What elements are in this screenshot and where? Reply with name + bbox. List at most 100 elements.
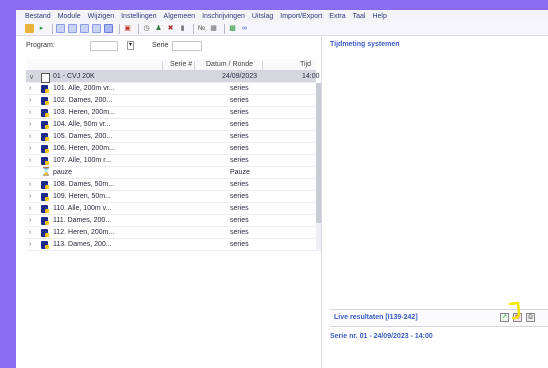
toolbar-separator (119, 23, 120, 34)
race-icon (41, 109, 49, 117)
table-row[interactable]: › 108. Dames, 50m... series (26, 179, 316, 191)
menu-instellingen[interactable]: Instellingen (121, 13, 156, 20)
chevron-down-icon[interactable]: ∨ (29, 73, 34, 81)
menu-uitslag[interactable]: Uitslag (252, 13, 273, 20)
lock-icon[interactable]: ▦ (209, 24, 218, 33)
race-name: 102. Dames, 200... (53, 97, 113, 104)
chevron-right-icon[interactable]: › (29, 85, 31, 92)
group-label: 01 - CVJ 20K (53, 73, 95, 80)
chevron-right-icon[interactable]: › (29, 157, 31, 164)
menu-taal[interactable]: Taal (353, 13, 366, 20)
grid-header: Serie # Datum / Ronde Tijd (26, 59, 316, 73)
menu-import-export[interactable]: Import/Export (280, 13, 322, 20)
chevron-right-icon[interactable]: › (29, 193, 31, 200)
table-row[interactable]: ⌛ pauze Pauze (26, 167, 316, 179)
people-icon[interactable]: ♟ (154, 24, 163, 33)
table-row[interactable]: › 105. Dames, 200... series (26, 131, 316, 143)
race-type: series (230, 97, 249, 104)
program-input[interactable] (90, 40, 118, 51)
race-icon (41, 241, 49, 249)
race-icon (41, 181, 49, 189)
race-type: series (230, 193, 249, 200)
race-name: 113. Dames, 200... (53, 241, 112, 248)
number-icon[interactable]: № (197, 24, 206, 33)
clock-icon[interactable]: ◷ (142, 24, 151, 33)
group-date: 24/09/2023 (222, 73, 258, 80)
chevron-right-icon[interactable]: › (29, 97, 31, 104)
table-row[interactable]: › 112. Heren, 200m... series (26, 227, 316, 239)
menu-bestand[interactable]: Bestand (25, 13, 51, 20)
toolbar-separator (193, 23, 194, 34)
program-dropdown-icon[interactable]: ▾ (127, 41, 134, 50)
grid-icon[interactable] (104, 24, 113, 33)
program-group-row[interactable]: ∨ 01 - CVJ 20K 24/09/2023 14:00 (26, 71, 320, 83)
doc-icon[interactable]: ▩ (228, 24, 237, 33)
race-type: series (230, 229, 249, 236)
menu-extra[interactable]: Extra (329, 13, 345, 20)
race-type: series (230, 133, 249, 140)
chevron-right-icon[interactable]: › (29, 217, 31, 224)
live-results-bar: Live resultaten [I139-242] ↗ ◉ ⎙ (330, 301, 548, 327)
column-tijd[interactable]: Tijd (300, 61, 311, 68)
grid-icon[interactable] (68, 24, 77, 33)
table-row[interactable]: › 113. Dames, 200... series (26, 239, 316, 251)
gift-icon[interactable]: ▣ (123, 24, 132, 33)
arrow-icon[interactable]: ▸ (37, 24, 46, 33)
toolbar-separator (138, 23, 139, 34)
link-icon[interactable]: ∞ (240, 24, 249, 33)
toolbar-separator (224, 23, 225, 34)
table-row[interactable]: › 111. Dames, 200... series (26, 215, 316, 227)
table-row[interactable]: › 106. Heren, 200m... series (26, 143, 316, 155)
race-type: series (230, 121, 249, 128)
race-icon (41, 157, 49, 165)
race-type: Pauze (230, 169, 250, 176)
serie-input[interactable] (172, 40, 202, 51)
menu-module[interactable]: Module (58, 13, 81, 20)
race-name: 105. Dames, 200... (53, 133, 113, 140)
race-name: pauze (53, 169, 73, 176)
column-datum-ronde[interactable]: Datum / Ronde (206, 61, 253, 68)
chart-icon[interactable]: ▮ (178, 24, 187, 33)
chevron-right-icon[interactable]: › (29, 121, 31, 128)
tools-icon[interactable]: ✖ (166, 24, 175, 33)
chevron-right-icon[interactable]: › (29, 145, 31, 152)
program-icon (41, 73, 50, 83)
chevron-right-icon[interactable]: › (29, 229, 31, 236)
folder-icon[interactable] (25, 24, 34, 33)
race-type: series (230, 109, 249, 116)
menu-help[interactable]: Help (372, 13, 386, 20)
race-type: series (230, 85, 249, 92)
race-icon (41, 133, 49, 141)
race-type: series (230, 181, 249, 188)
grid-icon[interactable] (80, 24, 89, 33)
chevron-right-icon[interactable]: › (29, 181, 31, 188)
column-serie[interactable]: Serie # (170, 61, 192, 68)
table-row[interactable]: › 104. Alle, 50m vr... series (26, 119, 316, 131)
toolbar-separator (52, 23, 53, 34)
serie-info: Serie nr. 01 - 24/09/2023 - 14:00 (330, 333, 433, 340)
chevron-right-icon[interactable]: › (29, 241, 31, 248)
race-name: 106. Heren, 200m... (53, 145, 115, 152)
race-type: series (230, 205, 249, 212)
print-icon[interactable]: ⎙ (526, 313, 535, 322)
group-time: 14:00 (302, 73, 320, 80)
chevron-right-icon[interactable]: › (29, 133, 31, 140)
grid-icon[interactable] (56, 24, 65, 33)
menu-bar: Bestand Module Wijzigen Instellingen Alg… (16, 10, 548, 22)
table-row[interactable]: › 107. Alle, 100m r... series (26, 155, 316, 167)
chevron-right-icon[interactable]: › (29, 205, 31, 212)
chevron-right-icon[interactable]: › (29, 109, 31, 116)
table-row[interactable]: › 109. Heren, 50m... series (26, 191, 316, 203)
menu-wijzigen[interactable]: Wijzigen (88, 13, 114, 20)
table-row[interactable]: › 110. Alle, 100m v... series (26, 203, 316, 215)
race-icon (41, 145, 49, 153)
table-row[interactable]: › 101. Alle, 200m vr... series (26, 83, 316, 95)
race-icon (41, 85, 49, 93)
hourglass-icon: ⌛ (41, 167, 51, 176)
grid-icon[interactable] (92, 24, 101, 33)
menu-algemeen[interactable]: Algemeen (164, 13, 196, 20)
menu-inschrijvingen[interactable]: Inschrijvingen (202, 13, 245, 20)
app-window: Bestand Module Wijzigen Instellingen Alg… (16, 10, 548, 368)
table-row[interactable]: › 103. Heren, 200m... series (26, 107, 316, 119)
table-row[interactable]: › 102. Dames, 200... series (26, 95, 316, 107)
